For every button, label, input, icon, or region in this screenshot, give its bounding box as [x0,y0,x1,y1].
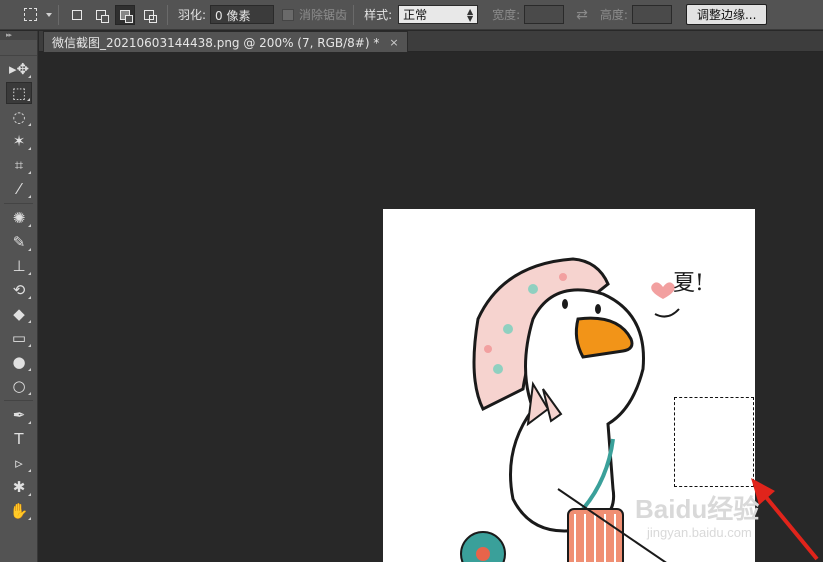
marquee-selection[interactable] [674,397,754,487]
height-label: 高度: [599,8,628,22]
new-selection-button[interactable] [67,5,87,25]
style-select[interactable]: 正常 ▲ ▼ [398,5,479,24]
width-label: 宽度: [492,8,521,22]
clone-stamp-tool[interactable]: ⊥ [6,255,32,277]
blur-tool[interactable]: ● [6,351,32,373]
document-tab[interactable]: 微信截图_20210603144438.png @ 200% (7, RGB/8… [43,31,408,52]
eyedropper-tool[interactable]: ⁄ [6,178,32,200]
history-brush-tool[interactable]: ⟲ [6,279,32,301]
tools-panel: ▸▸ ▸✥ ⬚ ◌ ✶ ⌗ ⁄ ✺ ✎ ⊥ ⟲ ◆ ▭ ● ○ ✒ T ▹ ✱ ✋ [0,31,38,562]
new-selection-icon [72,9,82,20]
style-select-value: 正常 [403,8,428,22]
options-bar: 羽化: 0 像素 消除锯齿 样式: 正常 ▲ ▼ 宽度: ⇄ 高度: 调整边缘..… [0,0,823,30]
close-icon[interactable]: × [389,36,398,49]
canvas-area[interactable]: 夏! Baidu经验 jingyan.baidu.com [39,53,823,562]
watermark-logo: Baidu经验 [635,494,760,524]
custom-shape-tool[interactable]: ✱ [6,476,32,498]
gradient-tool[interactable]: ▭ [6,327,32,349]
brush-tool[interactable]: ✎ [6,231,32,253]
hand-tool[interactable]: ✋ [6,500,32,522]
add-to-selection-button[interactable] [91,5,111,25]
refine-edge-button[interactable]: 调整边缘... [685,4,768,25]
rectangular-marquee-tool[interactable]: ⬚ [6,82,32,104]
sticker-text: 夏! [673,271,704,296]
watermark-url: jingyan.baidu.com [647,525,752,540]
tool-preset-picker[interactable] [20,5,42,25]
feather-input[interactable]: 0 像素 [210,5,275,24]
chevron-down-icon[interactable] [46,12,52,17]
subtract-from-selection-button[interactable] [115,4,135,25]
height-input[interactable] [631,5,672,24]
eraser-tool[interactable]: ◆ [6,303,32,325]
subtract-selection-icon [120,9,133,23]
dodge-tool[interactable]: ○ [6,375,32,397]
move-tool[interactable]: ▸✥ [6,58,32,80]
marquee-icon [24,7,37,21]
intersect-selection-icon [144,9,157,23]
type-tool[interactable]: T [6,428,32,450]
style-label: 样式: [364,8,393,22]
magic-wand-tool[interactable]: ✶ [6,130,32,152]
pen-tool[interactable]: ✒ [6,404,32,426]
intersect-selection-button[interactable] [139,5,159,25]
add-selection-icon [96,9,109,23]
feather-label: 羽化: [178,8,207,22]
lasso-tool[interactable]: ◌ [6,106,32,128]
path-selection-tool[interactable]: ▹ [6,452,32,474]
document-tab-bar: 微信截图_20210603144438.png @ 200% (7, RGB/8… [39,31,823,52]
width-input[interactable] [524,5,565,24]
swap-width-height-icon[interactable]: ⇄ [576,7,588,23]
select-arrows-icon: ▲ ▼ [466,6,474,23]
document-tab-title: 微信截图_20210603144438.png @ 200% (7, RGB/8… [52,35,380,50]
panel-grip[interactable]: ▸▸ [0,31,37,40]
crop-tool[interactable]: ⌗ [6,154,32,176]
antialias-label: 消除锯齿 [299,8,348,22]
healing-brush-tool[interactable]: ✺ [6,207,32,229]
antialias-checkbox[interactable] [282,8,295,21]
